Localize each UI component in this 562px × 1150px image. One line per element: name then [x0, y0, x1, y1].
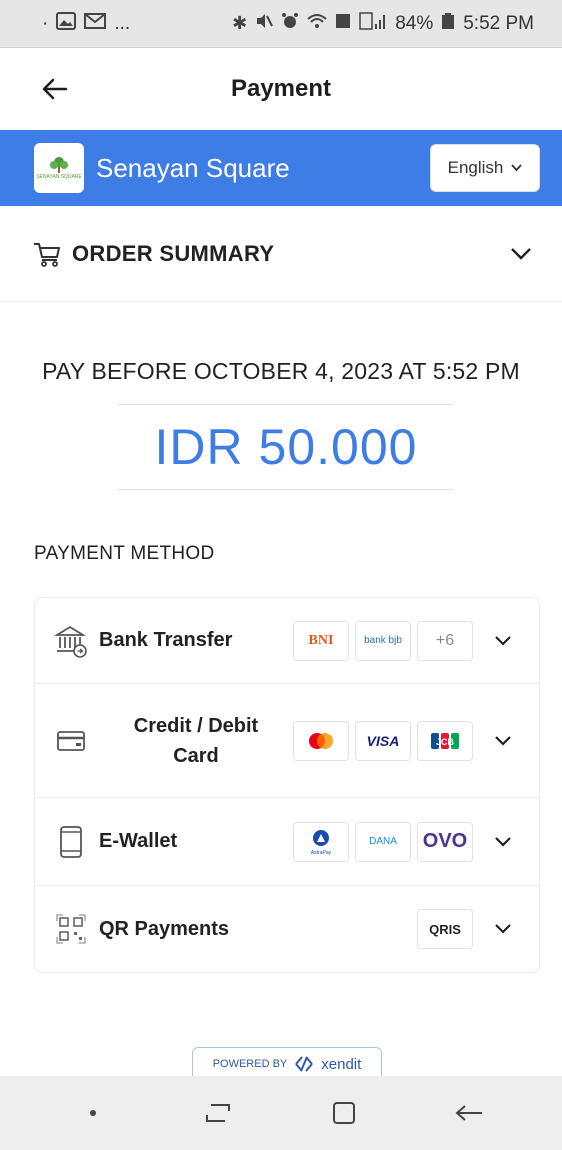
tree-icon — [50, 157, 68, 173]
pay-before-deadline: PAY BEFORE OCTOBER 4, 2023 AT 5:52 PM — [42, 358, 520, 384]
bjb-logo: bank bjb — [355, 620, 411, 661]
payment-method-label: E-Wallet — [99, 830, 178, 852]
payment-amount: IDR 50.000 — [154, 419, 418, 475]
app-header: Payment — [0, 48, 562, 130]
home-icon[interactable] — [319, 1088, 369, 1138]
svg-text:JCB: JCB — [436, 737, 455, 747]
cart-icon — [34, 242, 60, 267]
bni-logo: BNI — [293, 620, 349, 661]
page-title: Payment — [230, 75, 332, 102]
powered-by-label: POWERED BY — [212, 1058, 288, 1070]
status-dot: · — [42, 12, 49, 34]
bank-icon — [53, 623, 89, 659]
language-select[interactable]: English — [430, 144, 540, 192]
dana-logo: DANA — [355, 821, 411, 862]
mute-icon — [255, 12, 274, 35]
nav-dot-icon[interactable] — [68, 1088, 118, 1138]
ovo-logo: OVO — [417, 821, 473, 862]
payment-method-ewallet[interactable]: E-Wallet AstraPay DANA OVO — [35, 798, 539, 886]
jcb-logo: JCB — [417, 720, 473, 761]
payment-method-bank-transfer[interactable]: Bank Transfer BNI bank bjb +6 — [35, 598, 539, 684]
status-bar: · ... ✱ 84% 5:52 PM — [0, 0, 562, 48]
status-more: ... — [114, 12, 131, 34]
payment-method-label: Credit / Debit Card — [99, 711, 293, 771]
chevron-down-icon — [493, 832, 513, 852]
mastercard-logo — [293, 720, 349, 761]
chevron-down-icon — [511, 164, 523, 172]
system-nav-bar — [0, 1076, 562, 1150]
bank-logos: BNI bank bjb +6 — [293, 620, 473, 661]
merchant-name: Senayan Square — [96, 152, 290, 183]
chevron-down-icon — [493, 731, 513, 751]
payment-method-title: PAYMENT METHOD — [34, 543, 215, 564]
arrow-left-icon[interactable] — [34, 68, 76, 110]
astrapay-logo: AstraPay — [293, 821, 349, 862]
chevron-down-icon — [511, 247, 531, 260]
merchant-logo-text: SENAYAN SQUARE — [36, 174, 82, 180]
payment-method-list: Bank Transfer BNI bank bjb +6 Credit / D… — [34, 597, 540, 973]
amount-box: IDR 50.000 — [118, 404, 454, 490]
merchant-logo: SENAYAN SQUARE — [34, 143, 84, 193]
status-time: 5:52 PM — [463, 12, 534, 34]
visa-logo: VISA — [355, 720, 411, 761]
signal-icon — [359, 12, 387, 35]
status-right: ✱ 84% 5:52 PM — [232, 12, 534, 35]
battery-icon — [441, 12, 455, 35]
provider-name: xendit — [321, 1055, 362, 1073]
data-icon — [335, 13, 351, 34]
wifi-icon — [307, 13, 327, 34]
merchant-bar: SENAYAN SQUARE Senayan Square English — [0, 130, 562, 206]
card-logos: VISA JCB — [293, 720, 473, 761]
order-summary-toggle[interactable]: ORDER SUMMARY — [0, 206, 562, 302]
qr-logos: QRIS — [417, 909, 473, 949]
bluetooth-icon: ✱ — [232, 13, 248, 33]
language-label: English — [447, 158, 504, 177]
card-icon — [53, 723, 89, 759]
recent-apps-icon[interactable] — [193, 1088, 243, 1138]
chevron-down-icon — [493, 919, 513, 939]
back-nav-icon[interactable] — [444, 1088, 494, 1138]
payment-method-label: QR Payments — [99, 917, 230, 940]
payment-method-label: Bank Transfer — [99, 629, 233, 651]
mail-icon — [84, 13, 107, 34]
battery-percent: 84% — [395, 12, 434, 34]
order-summary-label: ORDER SUMMARY — [72, 240, 275, 266]
phone-icon — [53, 824, 89, 860]
payment-method-card[interactable]: Credit / Debit Card VISA JCB — [35, 684, 539, 798]
alarm-icon — [281, 12, 299, 35]
payment-method-label-line1: Credit / Debit — [133, 714, 259, 737]
chevron-down-icon — [493, 631, 513, 651]
xendit-logo-icon — [295, 1056, 314, 1072]
qris-logo: QRIS — [417, 909, 473, 949]
qr-icon — [53, 911, 89, 947]
status-left: · ... — [42, 12, 130, 35]
dana-logo-text: DANA — [369, 836, 397, 847]
more-banks-count: +6 — [417, 620, 473, 661]
payment-method-label-line2: Card — [173, 744, 219, 767]
gallery-icon — [56, 12, 77, 35]
svg-text:AstraPay: AstraPay — [311, 850, 332, 856]
ewallet-logos: AstraPay DANA OVO — [293, 821, 473, 862]
payment-method-qr[interactable]: QR Payments QRIS — [35, 886, 539, 972]
